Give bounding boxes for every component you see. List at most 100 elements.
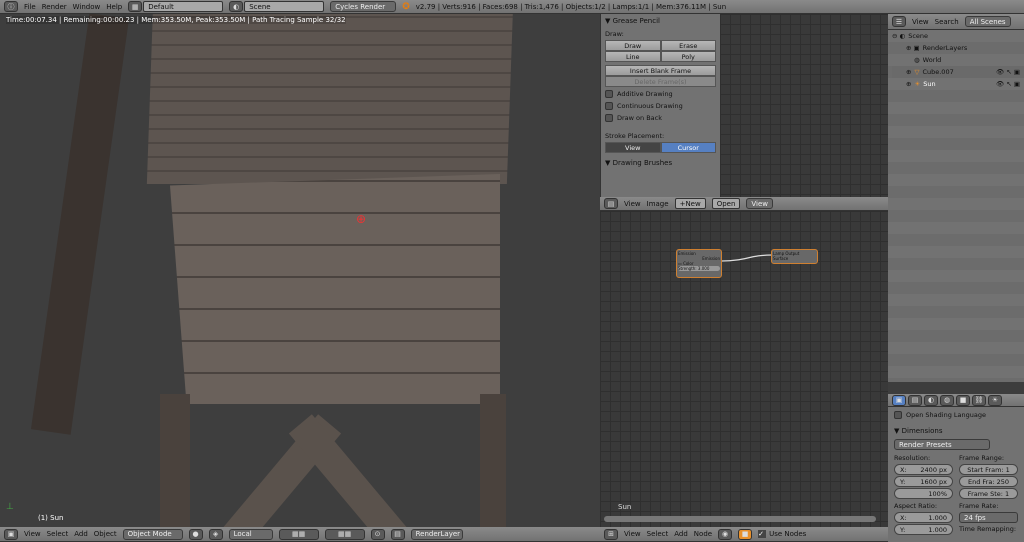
shading-icon[interactable]: ● (188, 528, 203, 540)
additive-drawing-checkbox[interactable]: Additive Drawing (605, 88, 716, 100)
stroke-cursor-button[interactable]: Cursor (660, 142, 716, 153)
menu-render[interactable]: Render (42, 3, 67, 11)
outliner-item-world[interactable]: ◍ World (892, 54, 1024, 66)
image-editor-area[interactable] (720, 14, 888, 197)
outliner-item-sun[interactable]: ⊕ ☀ Sun 👁 ↖ ▣ (892, 78, 1024, 90)
aspect-y-field[interactable]: Y: 1.000 (894, 524, 953, 535)
visibility-icons[interactable]: 👁 ↖ ▣ (996, 80, 1024, 88)
line-button[interactable]: Line (605, 51, 661, 62)
node-editor[interactable]: Emission Emission ▭ Color Strength: 3.00… (600, 211, 888, 527)
mode-select[interactable]: Object Mode (122, 528, 183, 540)
lamp-output-node[interactable]: Lamp Output Surface (771, 249, 818, 264)
drawing-brushes-header[interactable]: ▼ Drawing Brushes (605, 159, 716, 167)
delete-frames-button[interactable]: Delete Frame(s) (605, 76, 716, 87)
menu-view[interactable]: View (624, 200, 641, 208)
render-layer-field[interactable]: RenderLayer (410, 528, 463, 540)
layers-icon[interactable]: ▦▦ (278, 528, 319, 540)
screen-layout-icon[interactable]: ▦ (128, 1, 143, 12)
world-tab-icon[interactable]: ◍ (940, 394, 954, 406)
panel-title[interactable]: ▼ Grease Pencil (605, 17, 716, 25)
render-presets-select[interactable]: Render Presets (894, 439, 990, 450)
frame-step-field[interactable]: Frame Ste: 1 (959, 488, 1018, 499)
menu-window[interactable]: Window (73, 3, 101, 11)
osl-checkbox[interactable]: Open Shading Language (894, 409, 1018, 421)
menu-node[interactable]: Node (694, 530, 712, 538)
horizontal-scrollbar[interactable] (604, 516, 876, 522)
properties-panel: Open Shading Language ▼ Dimensions Rende… (888, 407, 1024, 542)
layers-icon[interactable]: ▦▦ (324, 528, 365, 540)
insert-blank-frame-button[interactable]: Insert Blank Frame (605, 65, 716, 76)
continuous-drawing-checkbox[interactable]: Continuous Drawing (605, 100, 716, 112)
resolution-percent-field[interactable]: 100% (894, 488, 953, 499)
editor-type-icon[interactable]: ☰ (892, 16, 906, 27)
grease-pencil-panel: ▼ Grease Pencil Draw: Draw Erase Line Poly… (600, 14, 720, 197)
stroke-view-button[interactable]: View (605, 142, 661, 153)
new-image-button[interactable]: + New (674, 198, 706, 209)
3d-cursor-icon[interactable]: ⊕ (356, 212, 366, 226)
field-value: 1600 px (920, 477, 947, 486)
field-value: 2400 px (920, 465, 947, 474)
visibility-icons[interactable]: 👁 ↖ ▣ (996, 68, 1024, 76)
outliner-item-renderlayers[interactable]: ⊕ ▣ RenderLayers (892, 42, 1024, 54)
render-tab-icon[interactable]: ▣ (892, 394, 906, 406)
layout-field[interactable]: Default (143, 1, 224, 12)
draw-on-back-checkbox[interactable]: Draw on Back (605, 112, 716, 124)
menu-view[interactable]: View (624, 530, 641, 538)
object-icon[interactable]: ■ (738, 528, 753, 540)
editor-type-icon[interactable]: ⊞ (604, 528, 618, 540)
menu-object[interactable]: Object (94, 530, 117, 538)
display-mode-select[interactable]: All Scenes (964, 16, 1011, 27)
menu-select[interactable]: Select (647, 530, 669, 538)
start-frame-field[interactable]: Start Fram: 1 (959, 464, 1018, 475)
outliner-item-scene[interactable]: ⊖ ◐ Scene (892, 30, 1024, 42)
poly-button[interactable]: Poly (660, 51, 716, 62)
shader-type-icon[interactable]: ◉ (718, 528, 733, 540)
menu-add[interactable]: Add (74, 530, 88, 538)
object-tab-icon[interactable]: ■ (956, 394, 970, 406)
outliner-view-menu[interactable]: View (912, 18, 929, 26)
scene-icon[interactable]: ◐ (229, 1, 244, 12)
menu-image[interactable]: Image (647, 200, 669, 208)
erase-button[interactable]: Erase (660, 40, 716, 51)
3d-viewport[interactable]: ⊕ Time:00:07.34 | Remaining:00:00.23 | M… (0, 14, 600, 527)
snap-icon[interactable]: ⊙ (370, 528, 385, 540)
osl-label: Open Shading Language (906, 411, 986, 419)
render-icon[interactable]: ▤ (390, 528, 405, 540)
aspect-label: Aspect Ratio: (894, 502, 938, 510)
open-image-button[interactable]: Open (711, 198, 741, 209)
constraints-tab-icon[interactable]: ⛓ (972, 394, 986, 406)
viewport-header: ▣ View Select Add Object Object Mode ● ◈… (0, 527, 600, 542)
view-select[interactable]: View (746, 198, 774, 209)
aspect-x-field[interactable]: X: 1.000 (894, 512, 953, 523)
drawing-brushes-title: Drawing Brushes (612, 159, 673, 167)
end-frame-field[interactable]: End Fra: 250 (959, 476, 1018, 487)
draw-button[interactable]: Draw (605, 40, 661, 51)
frame-rate-select[interactable]: 24 fps (959, 512, 1018, 523)
menu-select[interactable]: Select (47, 530, 69, 538)
menu-view[interactable]: View (24, 530, 41, 538)
resolution-x-field[interactable]: X: 2400 px (894, 464, 953, 475)
menu-add[interactable]: Add (674, 530, 688, 538)
scene-field[interactable]: Scene (244, 1, 325, 12)
outliner-item-cube[interactable]: ⊕ ▽ Cube.007 👁 ↖ ▣ (892, 66, 1024, 78)
editor-type-icon[interactable]: ▤ (604, 198, 618, 209)
outliner-search-menu[interactable]: Search (935, 18, 959, 26)
use-nodes-checkbox[interactable]: ✓ Use Nodes (758, 530, 806, 538)
render-engine-select[interactable]: Cycles Render (330, 1, 397, 12)
surface-socket[interactable]: Surface (773, 256, 816, 261)
dimensions-header[interactable]: ▼ Dimensions (894, 427, 1018, 435)
scene-stats: v2.79 | Verts:916 | Faces:698 | Tris:1,4… (415, 2, 727, 11)
resolution-y-field[interactable]: Y: 1600 px (894, 476, 953, 487)
data-tab-icon[interactable]: ☀ (988, 394, 1002, 406)
menu-file[interactable]: File (24, 3, 36, 11)
editor-type-icon[interactable]: ▣ (4, 528, 18, 540)
scene-tab-icon[interactable]: ◐ (924, 394, 938, 406)
field-label: Y: (900, 477, 906, 486)
orientation-select[interactable]: Local (228, 528, 273, 540)
info-editor-icon[interactable]: ⓘ (4, 1, 18, 12)
menu-help[interactable]: Help (106, 3, 122, 11)
pivot-icon[interactable]: ◈ (208, 528, 223, 540)
outliner-header: ☰ View Search All Scenes (888, 14, 1024, 30)
node-tree-label: Sun (618, 503, 632, 511)
render-layers-tab-icon[interactable]: ▤ (908, 394, 922, 406)
